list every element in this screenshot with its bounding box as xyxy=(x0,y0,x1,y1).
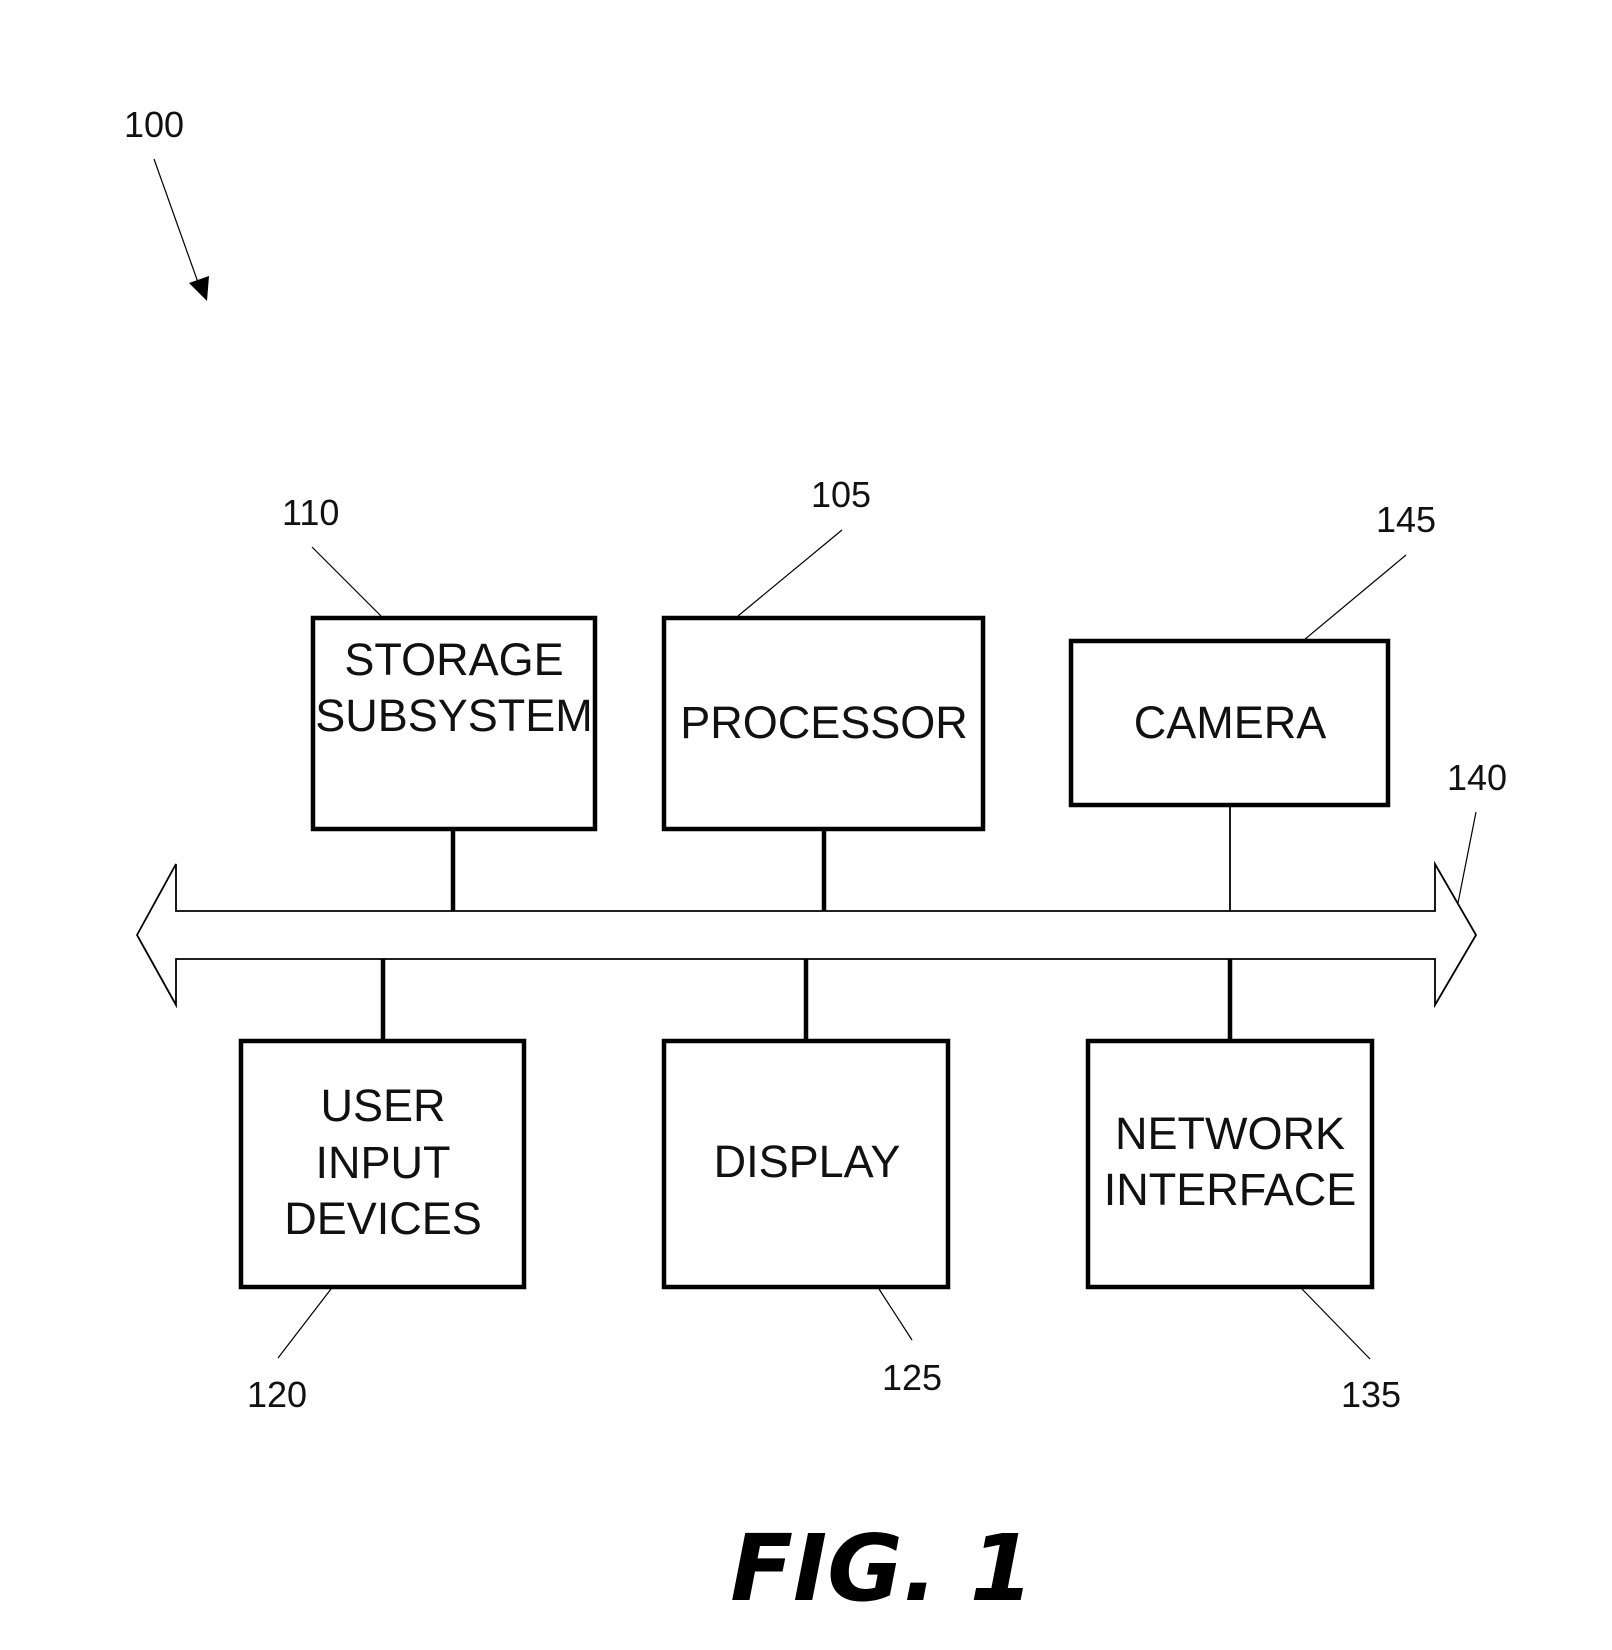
processor-ref-label: 105 xyxy=(811,474,871,515)
camera-block: CAMERA 145 xyxy=(1068,499,1436,808)
network-ref-label: 135 xyxy=(1341,1374,1401,1415)
system-ref-label: 100 xyxy=(124,104,184,145)
system-ref-arrow-line xyxy=(153,158,201,289)
bus-ref-leader xyxy=(1457,811,1477,904)
network-ref-leader xyxy=(1301,1288,1371,1360)
network-interface-block: NETWORK INTERFACE 135 xyxy=(1085,1038,1401,1415)
processor-block: PROCESSOR 105 xyxy=(661,474,986,832)
user-input-ref-label: 120 xyxy=(247,1374,307,1415)
user-input-devices-block: USER INPUT DEVICES 120 xyxy=(238,1038,527,1415)
figure-caption: FIG. 1 xyxy=(730,1515,1034,1622)
user-input-ref-leader xyxy=(277,1288,332,1359)
camera-ref-label: 145 xyxy=(1376,499,1436,540)
storage-ref-label: 110 xyxy=(282,492,339,533)
bus-ref-label: 140 xyxy=(1447,757,1507,798)
display-ref-leader xyxy=(878,1288,913,1341)
display-label: DISPLAY xyxy=(714,1136,901,1187)
storage-subsystem-block: STORAGE SUBSYSTEM 110 xyxy=(282,492,598,832)
storage-ref-leader xyxy=(311,546,382,617)
user-input-label-line-1: USER xyxy=(320,1080,445,1131)
user-input-label-line-2: INPUT xyxy=(316,1137,451,1188)
processor-ref-leader xyxy=(737,529,843,617)
user-input-label-line-3: DEVICES xyxy=(284,1193,482,1244)
block-diagram: 100 140 STORAGE SUBSYSTEM 110 PROCESSOR … xyxy=(124,104,1507,1622)
network-label-line-2: INTERFACE xyxy=(1104,1164,1357,1215)
arrowhead-icon xyxy=(189,276,209,301)
storage-label-line-1: STORAGE xyxy=(344,634,563,685)
display-ref-label: 125 xyxy=(882,1357,942,1398)
display-block: DISPLAY 125 xyxy=(661,1038,951,1398)
camera-ref-leader xyxy=(1303,554,1407,641)
processor-label: PROCESSOR xyxy=(680,697,968,748)
storage-label-line-2: SUBSYSTEM xyxy=(315,690,593,741)
network-label-line-1: NETWORK xyxy=(1115,1108,1345,1159)
camera-label: CAMERA xyxy=(1134,697,1327,748)
